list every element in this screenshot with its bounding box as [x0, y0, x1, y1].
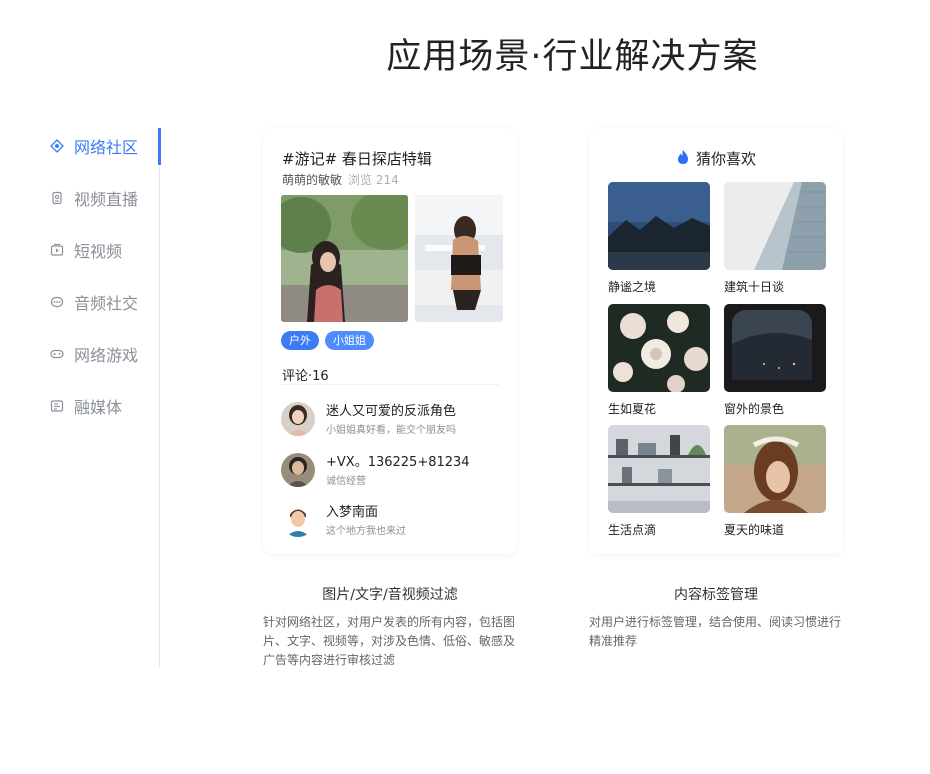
post-author: 萌萌的敏敏 — [282, 173, 343, 187]
post-views: 浏览 214 — [348, 173, 399, 187]
recommend-tile-life[interactable] — [608, 425, 710, 513]
page-title: 应用场景·行业解决方案 — [386, 37, 759, 77]
sidebar-item-community[interactable]: 网络社区 — [50, 128, 138, 164]
comment-text: 诚信经营 — [326, 476, 366, 487]
recommend-header: 猜你喜欢 — [589, 148, 843, 169]
recommend-label: 静谧之境 — [608, 280, 657, 294]
comment-item[interactable]: 入梦南面 这个地方我也来过 — [281, 501, 501, 541]
recommend-tile-window[interactable] — [724, 304, 826, 392]
recommend-label: 生活点滴 — [608, 523, 657, 537]
sidebar-item-label: 网络社区 — [74, 138, 139, 157]
feature-title-filter: 图片/文字/音视频过滤 — [322, 587, 458, 603]
sidebar-item-label: 音频社交 — [74, 294, 139, 313]
recommend-card: 猜你喜欢 静谧之境 建筑十日谈 生如夏花 窗外的景色 生活点滴 夏天的味道 — [589, 128, 843, 554]
recommend-image — [608, 425, 710, 513]
comments-divider — [281, 384, 499, 385]
sidebar-item-audio[interactable]: 音频社交 — [50, 284, 138, 320]
feature-title-tags: 内容标签管理 — [674, 587, 758, 603]
sidebar-item-short-video[interactable]: 短视频 — [50, 232, 122, 268]
post-photo-image — [281, 195, 408, 322]
recommend-label: 夏天的味道 — [724, 523, 785, 537]
comment-text: 小姐姐真好看，能交个朋友吗 — [326, 425, 456, 436]
avatar — [281, 453, 315, 487]
post-photo-image — [415, 195, 503, 322]
post-tags: 户外 小姐姐 — [281, 331, 374, 350]
recommend-tile-summer[interactable] — [724, 425, 826, 513]
recommend-image — [724, 182, 826, 270]
sidebar-item-game[interactable]: 网络游戏 — [50, 336, 138, 372]
feature-desc-filter: 针对网络社区，对用户发表的所有内容，包括图片、文字、视频等，对涉及色情、低俗、敏… — [263, 615, 516, 667]
sidebar-item-label: 网络游戏 — [74, 346, 139, 365]
recommend-image — [724, 304, 826, 392]
comments-header: 评论·16 — [282, 369, 329, 384]
recommend-image — [608, 304, 710, 392]
post-meta: 萌萌的敏敏 浏览 214 — [282, 171, 399, 188]
comment-item[interactable]: +VX。136225+81234 诚信经营 — [281, 451, 501, 491]
recommend-title: 猜你喜欢 — [695, 150, 756, 168]
recommend-label: 生如夏花 — [608, 402, 657, 416]
recommend-tile-architecture[interactable] — [724, 182, 826, 270]
post-card: #游记# 春日探店特辑 萌萌的敏敏 浏览 214 户外 小姐姐 评论·16 迷人… — [263, 128, 517, 554]
game-icon — [50, 347, 64, 361]
recommend-image — [608, 182, 710, 270]
sidebar-item-label: 短视频 — [74, 242, 123, 261]
sidebar-item-live[interactable]: 视频直播 — [50, 180, 138, 216]
flame-icon — [676, 149, 690, 169]
media-icon — [50, 399, 64, 413]
community-icon — [50, 139, 64, 153]
sidebar-item-media[interactable]: 融媒体 — [50, 388, 122, 424]
tag-miss[interactable]: 小姐姐 — [325, 331, 374, 350]
comment-author: 入梦南面 — [326, 505, 379, 520]
feature-desc-tags: 对用户进行标签管理，结合使用、阅读习惯进行精准推荐 — [589, 615, 842, 648]
audio-icon — [50, 295, 64, 309]
comment-author: +VX。136225+81234 — [326, 455, 470, 470]
sidebar-item-label: 视频直播 — [74, 190, 139, 209]
post-title: #游记# 春日探店特辑 — [282, 150, 432, 168]
sidebar-item-label: 融媒体 — [74, 398, 123, 417]
recommend-image — [724, 425, 826, 513]
comment-item[interactable]: 迷人又可爱的反派角色 小姐姐真好看，能交个朋友吗 — [281, 400, 501, 440]
avatar — [281, 402, 315, 436]
short-video-icon — [50, 243, 64, 257]
sidebar: 网络社区 视频直播 短视频 音频社交 网络游戏 融媒体 — [50, 128, 162, 668]
recommend-label: 建筑十日谈 — [724, 280, 785, 294]
recommend-tile-silence[interactable] — [608, 182, 710, 270]
comment-text: 这个地方我也来过 — [326, 526, 406, 537]
live-icon — [50, 191, 64, 205]
recommend-label: 窗外的景色 — [724, 402, 785, 416]
tag-outdoor[interactable]: 户外 — [281, 331, 319, 350]
post-photo[interactable] — [415, 195, 503, 322]
post-photo[interactable] — [281, 195, 408, 322]
recommend-tile-flowers[interactable] — [608, 304, 710, 392]
comment-author: 迷人又可爱的反派角色 — [326, 404, 457, 419]
avatar — [281, 503, 315, 537]
